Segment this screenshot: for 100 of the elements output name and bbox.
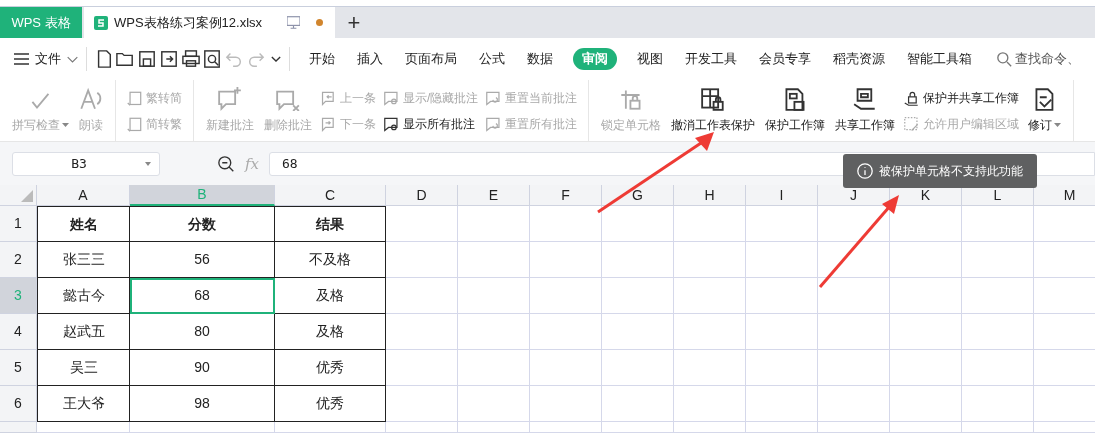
column-header[interactable]: E xyxy=(458,185,530,206)
table-cell: 98 xyxy=(130,386,275,422)
empty-cell xyxy=(386,422,458,433)
undo-icon xyxy=(225,50,244,68)
character-convert-icon xyxy=(127,89,143,106)
ribbon-tab[interactable]: 开始 xyxy=(306,49,337,69)
empty-cell xyxy=(962,350,1034,386)
empty-cell xyxy=(890,314,962,350)
hand-document-icon xyxy=(853,87,878,111)
ribbon-tab[interactable]: 数据 xyxy=(524,49,555,69)
ribbon-tab[interactable]: 稻壳资源 xyxy=(830,49,887,69)
ribbon-tab[interactable]: 公式 xyxy=(476,49,507,69)
empty-cell xyxy=(890,422,962,433)
ribbon-tab[interactable]: 会员专享 xyxy=(756,49,813,69)
ribbon-tab[interactable]: 智能工具箱 xyxy=(904,49,974,69)
protected-cell-toast: 被保护单元格不支持此功能 xyxy=(843,154,1037,188)
empty-cell xyxy=(386,206,458,242)
empty-cell xyxy=(890,350,962,386)
empty-cell xyxy=(530,314,602,350)
empty-cell xyxy=(746,350,818,386)
empty-cell xyxy=(458,278,530,314)
ribbon-tab[interactable]: 插入 xyxy=(354,49,385,69)
speaker-letter-icon xyxy=(79,87,103,111)
comment-arrow-icon xyxy=(321,115,337,132)
spreadsheet-file-icon xyxy=(94,15,108,30)
empty-cell xyxy=(674,350,746,386)
file-menu-button[interactable]: 文件 xyxy=(14,49,78,69)
row-header[interactable]: 2 xyxy=(0,242,37,278)
search-icon xyxy=(996,51,1012,67)
table-cell: 及格 xyxy=(275,278,386,314)
column-header[interactable]: M xyxy=(1034,185,1095,206)
redo-icon xyxy=(246,50,265,68)
table-cell: 及格 xyxy=(275,314,386,350)
chevron-down-icon xyxy=(67,55,78,63)
empty-cell xyxy=(530,242,602,278)
table-cell: 结果 xyxy=(275,206,386,242)
caret-icon xyxy=(145,162,151,166)
empty-cell xyxy=(818,422,890,433)
empty-cell xyxy=(458,314,530,350)
empty-cell xyxy=(386,314,458,350)
search-field[interactable]: 查找命令、 xyxy=(996,49,1095,69)
row-header[interactable]: 6 xyxy=(0,386,37,422)
column-header[interactable]: I xyxy=(746,185,818,206)
new-tab-button[interactable]: + xyxy=(337,7,371,38)
column-header[interactable]: F xyxy=(530,185,602,206)
table-cell: 赵武五 xyxy=(37,314,130,350)
empty-cell xyxy=(746,242,818,278)
table-cell: 吴三 xyxy=(37,350,130,386)
empty-cell xyxy=(962,206,1034,242)
row-header[interactable]: 4 xyxy=(0,314,37,350)
empty-cell xyxy=(674,242,746,278)
column-header[interactable]: D xyxy=(386,185,458,206)
empty-cell xyxy=(530,386,602,422)
zoom-icon xyxy=(218,155,235,173)
empty-cell xyxy=(890,386,962,422)
ribbon-tab[interactable]: 视图 xyxy=(634,49,665,69)
empty-cell xyxy=(458,422,530,433)
info-icon xyxy=(857,163,873,179)
table-cell: 分数 xyxy=(130,206,275,242)
table-cell: 优秀 xyxy=(275,350,386,386)
ribbon-tab[interactable]: 开发工具 xyxy=(682,49,739,69)
document-tab[interactable]: WPS表格练习案例12.xlsx xyxy=(84,7,335,38)
ribbon-button[interactable]: 共享工作簿 xyxy=(831,80,900,141)
ribbon-button[interactable]: 保护并共享工作簿 xyxy=(904,88,1020,107)
empty-cell xyxy=(674,386,746,422)
column-header[interactable]: G xyxy=(602,185,674,206)
column-header[interactable]: A xyxy=(37,185,130,206)
empty-cell xyxy=(746,278,818,314)
table-cell: 王大爷 xyxy=(37,386,130,422)
caret-icon xyxy=(1054,123,1062,127)
empty-cell xyxy=(458,206,530,242)
print-icon xyxy=(181,50,200,68)
row-header[interactable]: 5 xyxy=(0,350,37,386)
empty-cell xyxy=(602,350,674,386)
table-cell: 张三三 xyxy=(37,242,130,278)
print-preview-icon xyxy=(203,50,222,68)
comment-plus-icon xyxy=(218,87,242,111)
empty-cell xyxy=(530,350,602,386)
table-cell: 不及格 xyxy=(275,242,386,278)
caret-icon xyxy=(62,123,69,127)
ribbon-button[interactable]: 显示所有批注 xyxy=(384,114,479,133)
empty-cell xyxy=(818,314,890,350)
ribbon-button[interactable]: 撤消工作表保护 xyxy=(667,80,760,141)
name-box[interactable]: B3 xyxy=(12,152,160,176)
row-header[interactable]: 1 xyxy=(0,206,37,242)
empty-cell xyxy=(818,386,890,422)
empty-cell xyxy=(602,314,674,350)
table-cell: 优秀 xyxy=(275,386,386,422)
corner-triangle-icon xyxy=(21,190,33,202)
column-header[interactable]: H xyxy=(674,185,746,206)
ribbon-tab[interactable]: 页面布局 xyxy=(402,49,459,69)
ribbon-button[interactable]: 修订 xyxy=(1024,80,1066,141)
row-header xyxy=(0,422,37,433)
comment-eye-icon xyxy=(384,115,400,132)
empty-cell xyxy=(818,350,890,386)
empty-cell xyxy=(674,278,746,314)
table-cell: 68 xyxy=(130,278,275,314)
empty-cell xyxy=(386,386,458,422)
column-header[interactable]: C xyxy=(275,185,386,206)
ribbon-button[interactable]: 保护工作簿 xyxy=(761,80,830,141)
